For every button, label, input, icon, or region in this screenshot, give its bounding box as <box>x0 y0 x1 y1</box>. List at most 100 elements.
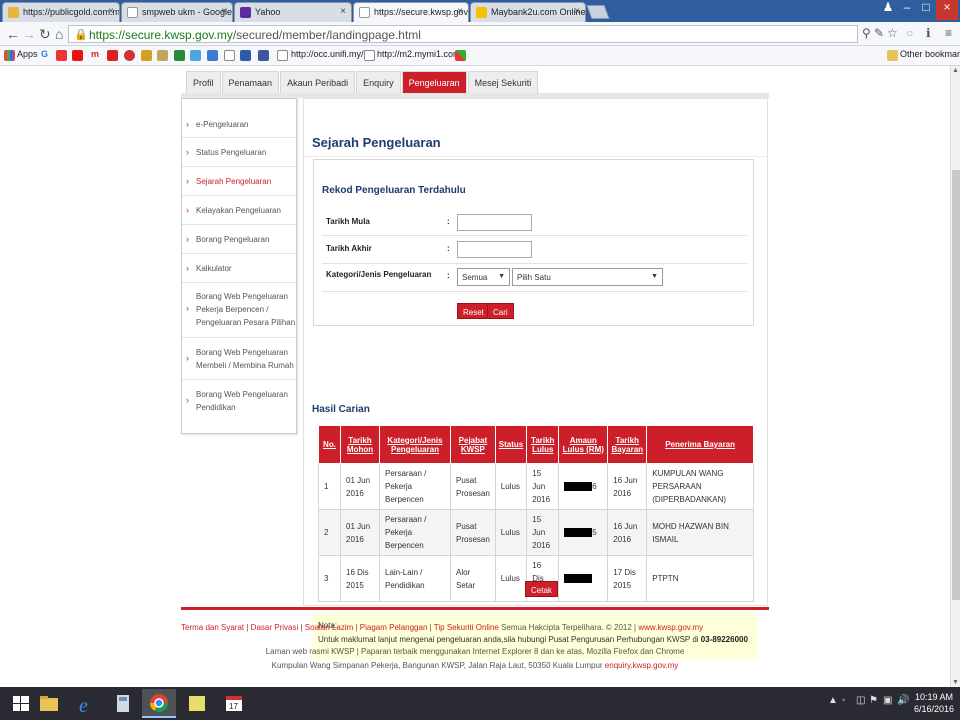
bookmark-icon[interactable] <box>190 50 201 61</box>
bookmark-icon[interactable] <box>455 50 466 61</box>
cetak-button[interactable]: Cetak <box>525 581 558 597</box>
menu-icon[interactable]: ≡ <box>945 26 952 40</box>
page-scrollbar[interactable]: ▲ ▼ <box>950 66 960 687</box>
column-header[interactable]: Tarikh Lulus <box>526 425 560 464</box>
browser-tab-maybank[interactable]: Maybank2u.com Online F × <box>470 2 586 22</box>
footer-link-soalan-lazim[interactable]: Soalan Lazim <box>305 623 353 632</box>
scroll-up-icon[interactable]: ▲ <box>952 67 959 74</box>
file-explorer-icon[interactable] <box>32 689 66 718</box>
column-header[interactable]: Amaun Lulus (RM) <box>558 425 609 464</box>
volume-icon[interactable]: 🔊 <box>897 695 909 706</box>
sidebar-item-sejarah[interactable]: › Sejarah Pengeluaran <box>182 167 296 196</box>
column-header[interactable]: Penerima Bayaran <box>646 425 754 464</box>
bookmark-icon[interactable] <box>157 50 168 61</box>
browser-tab-kwsp[interactable]: https://secure.kwsp.gov.m × <box>353 2 469 22</box>
bookmark-icon[interactable] <box>240 50 251 61</box>
bookmark-apps[interactable]: Apps <box>17 49 38 59</box>
tray-monitor-icon[interactable]: ▣ <box>883 695 892 706</box>
info-icon[interactable]: ℹ <box>926 26 931 40</box>
maximize-icon[interactable]: □ <box>917 0 935 20</box>
calendar-taskbar-icon[interactable]: 17 <box>217 689 251 718</box>
bookmark-other[interactable]: Other bookmarks <box>900 49 960 59</box>
sidebar-item-kalkulator[interactable]: › Kalkulator <box>182 254 296 283</box>
nav-enquiry[interactable]: Enquiry <box>356 71 401 93</box>
footer-link-tip-sekuriti[interactable]: Tip Sekuriti Online <box>434 623 499 632</box>
tarikh-mula-input[interactable] <box>457 214 532 231</box>
sidebar-item-borang[interactable]: › Borang Pengeluaran <box>182 225 296 254</box>
bookmark-occ[interactable]: http://occ.unifi.my/H <box>291 49 370 59</box>
tarikh-akhir-input[interactable] <box>457 241 532 258</box>
browser-tab-google[interactable]: smpweb ukm - Google Se × <box>121 2 233 22</box>
forward-arrow-icon[interactable]: → <box>22 26 36 42</box>
bookmark-icon[interactable] <box>207 50 218 61</box>
bookmark-icon[interactable] <box>141 50 152 61</box>
bookmark-icon[interactable] <box>124 50 135 61</box>
new-tab-button[interactable] <box>586 5 610 19</box>
chrome-taskbar-icon[interactable] <box>142 689 176 718</box>
reload-icon[interactable]: ↻ <box>39 26 51 43</box>
browser-tab-yahoo[interactable]: Yahoo × <box>234 2 352 22</box>
footer-site-link[interactable]: www.kwsp.gov.my <box>638 623 703 632</box>
column-header[interactable]: No. <box>318 425 341 464</box>
sidebar-item-borang-web-pendidikan[interactable]: › Borang Web Pengeluaran Pendidikan <box>182 380 296 422</box>
sidebar-item-borang-web-berpencen[interactable]: › Borang Web Pengeluaran Pekerja Berpenc… <box>182 283 296 338</box>
kategori-select[interactable]: Semua ▼ <box>457 268 510 286</box>
scrollbar-thumb[interactable] <box>952 170 960 600</box>
tray-security-icon[interactable]: ◦ <box>842 695 846 706</box>
star-icon[interactable]: ☆ <box>887 26 898 40</box>
reset-button[interactable]: Reset <box>457 303 490 319</box>
translate-icon[interactable]: ✎ <box>874 26 884 40</box>
nav-penamaan[interactable]: Penamaan <box>221 71 280 93</box>
tray-app-icon[interactable]: ◫ <box>856 695 865 706</box>
column-header[interactable]: Kategori/Jenis Pengeluaran <box>379 425 451 464</box>
sticky-notes-icon[interactable] <box>180 689 214 718</box>
footer-link-piagam[interactable]: Piagam Pelanggan <box>360 623 428 632</box>
scroll-down-icon[interactable]: ▼ <box>952 679 959 686</box>
bookmark-icon[interactable] <box>174 50 185 61</box>
footer-link-terma[interactable]: Terma dan Syarat <box>181 623 244 632</box>
column-header[interactable]: Tarikh Bayaran <box>607 425 648 464</box>
sidebar-item-e-pengeluaran[interactable]: › e-Pengeluaran <box>182 109 296 138</box>
sidebar-item-status[interactable]: › Status Pengeluaran <box>182 138 296 167</box>
google-bookmark-icon[interactable]: G <box>41 49 48 59</box>
close-tab-icon[interactable]: × <box>574 6 580 17</box>
column-header[interactable]: Pejabat KWSP <box>450 425 496 464</box>
nav-akaun-peribadi[interactable]: Akaun Peribadi <box>280 71 356 93</box>
close-tab-icon[interactable]: × <box>457 6 463 17</box>
extension-icon[interactable]: ○ <box>906 26 913 40</box>
close-tab-icon[interactable]: × <box>221 6 227 17</box>
bookmark-icon[interactable] <box>56 50 67 61</box>
user-icon[interactable]: ♟ <box>880 0 896 20</box>
minimize-icon[interactable]: – <box>898 0 916 20</box>
close-tab-icon[interactable]: × <box>108 6 114 17</box>
jenis-select[interactable]: Pilih Satu ▼ <box>512 268 663 286</box>
bookmark-icon[interactable] <box>224 50 235 61</box>
tray-flag-icon[interactable]: ⚑ <box>869 695 878 706</box>
key-icon[interactable]: ⚲ <box>862 26 871 40</box>
taskbar-clock[interactable]: 10:19 AM 6/16/2016 <box>914 691 954 715</box>
nav-pengeluaran[interactable]: Pengeluaran <box>401 71 467 93</box>
tray-chevron-icon[interactable]: ▲ <box>828 695 838 706</box>
bookmark-icon[interactable] <box>107 50 118 61</box>
cari-button[interactable]: Cari <box>487 303 514 319</box>
nav-mesej-sekuriti[interactable]: Mesej Sekuriti <box>467 71 539 93</box>
window-close-icon[interactable]: × <box>936 0 958 20</box>
browser-tab-publicgold[interactable]: https://publicgold.com.m × <box>2 2 120 22</box>
bookmark-m2[interactable]: http://m2.mymi1.com <box>377 49 461 59</box>
address-bar[interactable]: 🔒 https://secure.kwsp.gov.my/secured/mem… <box>68 25 858 43</box>
nav-profil[interactable]: Profil <box>186 71 221 93</box>
sidebar-item-kelayakan[interactable]: › Kelayakan Pengeluaran <box>182 196 296 225</box>
footer-link-dasar-privasi[interactable]: Dasar Privasi <box>251 623 299 632</box>
internet-explorer-icon[interactable]: e <box>70 689 104 718</box>
back-arrow-icon[interactable]: ← <box>6 26 20 42</box>
home-icon[interactable]: ⌂ <box>55 26 63 42</box>
column-header[interactable]: Status <box>494 425 528 464</box>
column-header[interactable]: Tarikh Mohon <box>340 425 380 464</box>
youtube-bookmark-icon[interactable] <box>72 50 83 61</box>
calculator-icon[interactable] <box>106 689 140 718</box>
facebook-bookmark-icon[interactable] <box>258 50 269 61</box>
sidebar-item-borang-web-rumah[interactable]: › Borang Web Pengeluaran Membeli / Membi… <box>182 338 296 380</box>
footer-email-link[interactable]: enquiry.kwsp.gov.my <box>605 661 679 670</box>
close-tab-icon[interactable]: × <box>340 6 346 17</box>
bookmark-icon[interactable]: m <box>91 49 99 59</box>
